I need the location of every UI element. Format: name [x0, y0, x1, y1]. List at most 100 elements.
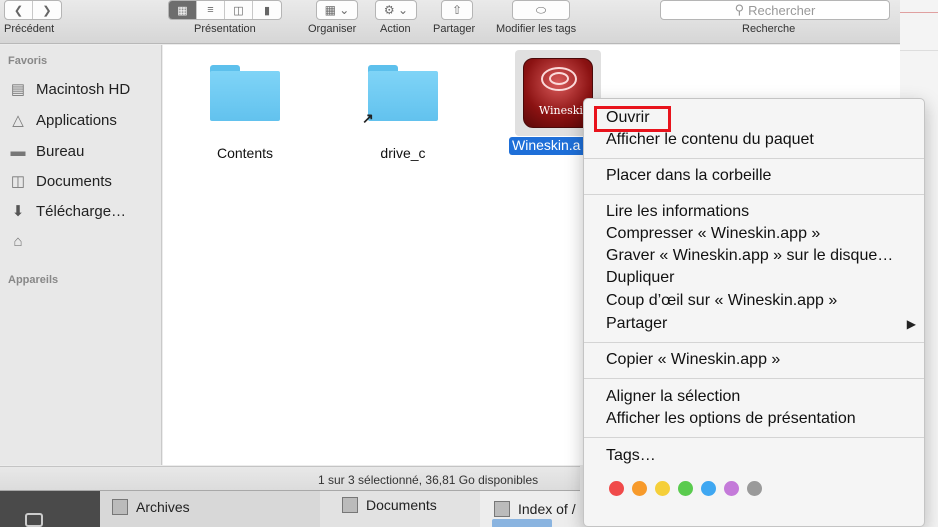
- finder-toolbar: ❮ ❯ Précédent ▦ ≡ ◫ ▮ Présentation ▦ ⌄ O…: [0, 0, 900, 44]
- file-icon: [494, 501, 510, 517]
- search-icon: ⚲: [734, 2, 745, 17]
- selected-file-name[interactable]: Wineskin.a: [509, 137, 589, 155]
- index-item[interactable]: Index of /: [494, 501, 576, 517]
- share-label: Partager: [433, 23, 476, 35]
- sidebar-item-macintosh-hd[interactable]: ▤ Macintosh HD: [8, 76, 130, 102]
- back-label: Précédent: [4, 23, 55, 35]
- file-item-drive-c[interactable]: ↗ drive_c: [343, 65, 463, 161]
- background-browser-window: Index of /: [480, 491, 580, 527]
- tag-purple-dot[interactable]: [724, 481, 739, 496]
- index-label: Index of /: [518, 501, 576, 517]
- back-icon[interactable]: ❮: [5, 1, 33, 19]
- view-mode-control[interactable]: ▦ ≡ ◫ ▮: [168, 0, 282, 20]
- sidebar-item-label: Bureau: [36, 142, 85, 160]
- tag-gray-dot[interactable]: [747, 481, 762, 496]
- file-name: drive_c: [380, 145, 426, 161]
- applications-icon: △: [12, 112, 24, 129]
- menu-item-align[interactable]: Aligner la sélection: [606, 388, 916, 406]
- icon-view-icon[interactable]: ▦: [169, 1, 197, 19]
- edit-tags-button[interactable]: ⬭: [512, 0, 570, 20]
- tag-blue-dot[interactable]: [701, 481, 716, 496]
- menu-item-get-info[interactable]: Lire les informations: [606, 203, 916, 221]
- share-button[interactable]: ⇧: [441, 0, 473, 20]
- menu-separator: [584, 194, 924, 195]
- back-forward-control[interactable]: ❮ ❯: [4, 0, 62, 20]
- desktop-icon: ▬: [10, 142, 26, 160]
- background-divider: [900, 50, 938, 51]
- share-icon: ⇧: [451, 3, 463, 17]
- documents-label: Documents: [366, 497, 437, 513]
- alias-arrow-icon: ↗: [362, 110, 374, 126]
- devices-header: Appareils: [8, 274, 59, 286]
- menu-item-share[interactable]: Partager: [606, 315, 916, 333]
- menu-item-open[interactable]: Ouvrir: [606, 109, 916, 127]
- file-name: Contents: [216, 145, 274, 161]
- documents-item[interactable]: Documents: [342, 497, 437, 513]
- action-button[interactable]: ⚙ ⌄: [375, 0, 417, 20]
- list-view-icon[interactable]: ≡: [197, 1, 225, 19]
- menu-separator: [584, 437, 924, 438]
- search-field[interactable]: ⚲ Rechercher: [660, 0, 890, 20]
- archives-item[interactable]: Archives: [112, 499, 190, 515]
- sidebar-item-bureau[interactable]: ▬ Bureau: [8, 138, 85, 164]
- background-windows: Archives Documents Index of /: [0, 490, 580, 527]
- arrange-label: Organiser: [308, 23, 357, 35]
- status-bar: 1 sur 3 sélectionné, 36,81 Go disponible…: [0, 466, 580, 490]
- column-view-icon[interactable]: ◫: [225, 1, 253, 19]
- menu-item-burn[interactable]: Graver « Wineskin.app » sur le disque…: [606, 247, 916, 265]
- arrange-button[interactable]: ▦ ⌄: [316, 0, 358, 20]
- tag-colors: [609, 481, 770, 496]
- coverflow-view-icon[interactable]: ▮: [253, 1, 281, 19]
- menu-item-quick-look[interactable]: Coup d’œil sur « Wineskin.app »: [606, 292, 916, 310]
- gear-icon: ⚙ ⌄: [383, 3, 409, 17]
- documents-icon: ◫: [10, 173, 26, 190]
- documents-icon: [342, 497, 358, 513]
- folder-strip: [492, 519, 552, 527]
- forward-icon[interactable]: ❯: [33, 1, 61, 19]
- archives-label: Archives: [136, 499, 190, 515]
- search-placeholder: Rechercher: [748, 2, 816, 18]
- background-finder-window: Archives: [100, 491, 320, 527]
- menu-separator: [584, 342, 924, 343]
- folder-icon: [210, 65, 280, 121]
- menu-item-copy[interactable]: Copier « Wineskin.app »: [606, 351, 916, 369]
- finder-sidebar: Favoris ▤ Macintosh HD △ Applications ▬ …: [0, 45, 162, 465]
- background-documents-window: Documents: [320, 491, 480, 527]
- menu-separator: [584, 378, 924, 379]
- sidebar-item-label: Applications: [36, 111, 117, 129]
- menu-item-view-options[interactable]: Afficher les options de présentation: [606, 410, 916, 428]
- menu-separator: [584, 158, 924, 159]
- sidebar-item-label: Documents: [36, 172, 112, 190]
- tag-yellow-dot[interactable]: [655, 481, 670, 496]
- menu-item-duplicate[interactable]: Dupliquer: [606, 269, 916, 287]
- menu-item-trash[interactable]: Placer dans la corbeille: [606, 167, 916, 185]
- tag-orange-dot[interactable]: [632, 481, 647, 496]
- dock-dark-panel: [0, 491, 100, 527]
- menu-item-compress[interactable]: Compresser « Wineskin.app »: [606, 225, 916, 243]
- tag-red-dot[interactable]: [609, 481, 624, 496]
- folder-icon: ↗: [362, 65, 438, 126]
- sidebar-item-label: Macintosh HD: [36, 80, 131, 98]
- background-divider: [900, 12, 938, 13]
- edit-tags-label: Modifier les tags: [496, 23, 577, 35]
- status-text: 1 sur 3 sélectionné, 36,81 Go disponible…: [318, 473, 539, 487]
- sidebar-item-home[interactable]: ⌂: [8, 228, 36, 254]
- arrange-icon: ▦ ⌄: [324, 3, 350, 17]
- disk-icon: ▤: [10, 81, 26, 98]
- menu-item-tags[interactable]: Tags…: [606, 447, 916, 465]
- action-label: Action: [380, 23, 411, 35]
- search-label: Recherche: [742, 23, 796, 35]
- archive-icon: [112, 499, 128, 515]
- file-item-contents[interactable]: Contents: [185, 65, 305, 161]
- menu-item-show-package[interactable]: Afficher le contenu du paquet: [606, 131, 916, 149]
- context-menu: Ouvrir Afficher le contenu du paquet Pla…: [583, 98, 925, 527]
- favorites-header: Favoris: [8, 55, 48, 67]
- sidebar-item-documents[interactable]: ◫ Documents: [8, 168, 112, 194]
- sidebar-item-label: Télécharge…: [36, 202, 127, 220]
- download-icon: ⬇: [11, 203, 25, 220]
- tag-green-dot[interactable]: [678, 481, 693, 496]
- sidebar-item-downloads[interactable]: ⬇ Télécharge…: [8, 198, 126, 224]
- view-label: Présentation: [194, 23, 256, 35]
- sidebar-item-applications[interactable]: △ Applications: [8, 107, 117, 133]
- home-icon: ⌂: [13, 232, 23, 250]
